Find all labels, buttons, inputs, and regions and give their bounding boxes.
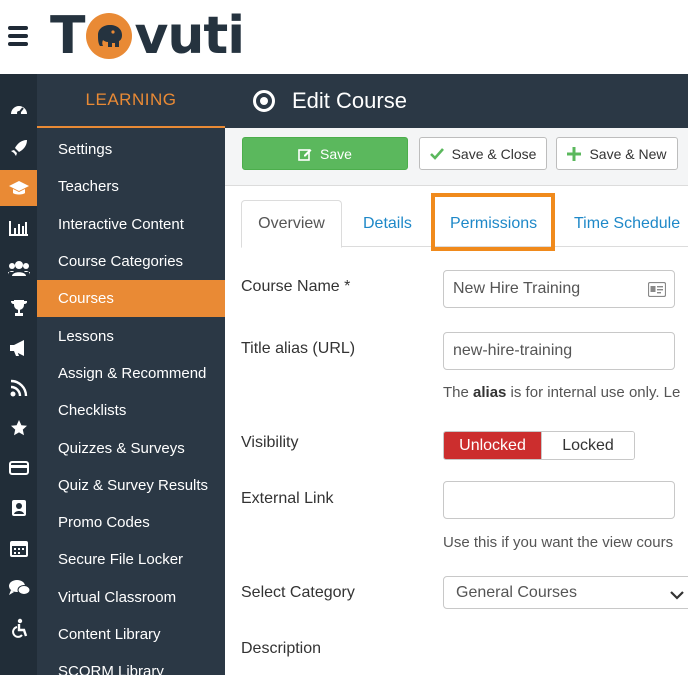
sidebar-item-secure-file-locker[interactable]: Secure File Locker xyxy=(37,541,225,578)
course-name-label: Course Name * xyxy=(241,278,351,295)
alias-help: The alias is for internal use only. Le xyxy=(443,384,680,401)
alias-help-suffix: is for internal use only. Le xyxy=(506,384,681,401)
visibility-label: Visibility xyxy=(241,434,299,451)
users-icon[interactable] xyxy=(0,250,37,286)
chevron-down-icon xyxy=(670,587,684,605)
course-name-input[interactable]: New Hire Training xyxy=(443,270,675,308)
unlocked-button[interactable]: Unlocked xyxy=(444,432,541,459)
sidebar-item-courses[interactable]: Courses xyxy=(37,280,225,318)
trophy-icon[interactable] xyxy=(0,290,37,326)
save-close-label: Save & Close xyxy=(451,145,537,162)
chart-icon[interactable] xyxy=(0,210,37,246)
credit-card-icon[interactable] xyxy=(0,450,37,486)
external-link-help: Use this if you want the view cours xyxy=(443,534,674,551)
locked-button[interactable]: Locked xyxy=(541,432,634,459)
save-close-button[interactable]: Save & Close xyxy=(419,137,547,170)
save-new-button[interactable]: Save & New xyxy=(556,137,678,170)
course-name-value: New Hire Training xyxy=(453,280,581,297)
tab-overview[interactable]: Overview xyxy=(241,200,342,248)
sidebar-item-checklists[interactable]: Checklists xyxy=(37,392,225,429)
sidebar-heading: LEARNING xyxy=(37,74,225,128)
sidebar-item-quizzes-surveys[interactable]: Quizzes & Surveys xyxy=(37,429,225,466)
sidebar-item-scorm-library[interactable]: SCORM Library xyxy=(37,653,225,690)
sidebar-item-promo-codes[interactable]: Promo Codes xyxy=(37,504,225,541)
alias-help-bold: alias xyxy=(473,384,507,401)
id-card-icon xyxy=(647,281,667,302)
graduation-cap-icon[interactable] xyxy=(0,170,37,206)
save-label: Save xyxy=(320,145,352,162)
comments-icon[interactable] xyxy=(0,570,37,606)
feed-icon[interactable] xyxy=(0,370,37,406)
page-title: Edit Course xyxy=(292,88,407,113)
accessibility-icon[interactable] xyxy=(0,610,37,646)
save-button[interactable]: Save xyxy=(242,137,408,170)
save-new-label: Save & New xyxy=(589,145,667,162)
logo[interactable]: T vuti xyxy=(50,6,245,66)
sidebar-item-virtual-classroom[interactable]: Virtual Classroom xyxy=(37,579,225,616)
visibility-toggle: Unlocked Locked xyxy=(443,431,635,460)
alias-label: Title alias (URL) xyxy=(241,340,356,357)
tab-time-schedule[interactable]: Time Schedule xyxy=(574,200,680,247)
sidebar-item-assign-recommend[interactable]: Assign & Recommend xyxy=(37,355,225,392)
external-link-label: External Link xyxy=(241,490,334,507)
external-link-input[interactable] xyxy=(443,481,675,519)
plus-icon xyxy=(567,146,582,161)
logo-letter-t: T xyxy=(50,6,85,66)
description-label: Description xyxy=(241,640,322,657)
dot-circle-icon xyxy=(253,90,275,112)
sidebar-item-interactive-content[interactable]: Interactive Content xyxy=(37,206,225,243)
highlight-box xyxy=(431,193,555,251)
sidebar-item-teachers[interactable]: Teachers xyxy=(37,168,225,205)
rocket-icon[interactable] xyxy=(0,130,37,166)
category-select[interactable]: General Courses xyxy=(443,576,688,609)
dashboard-icon[interactable] xyxy=(0,90,37,126)
logo-letters: vuti xyxy=(134,6,245,66)
check-icon xyxy=(429,147,444,160)
menu-icon[interactable] xyxy=(8,26,28,46)
page-header: Edit Course xyxy=(225,74,688,128)
badge-icon[interactable] xyxy=(0,490,37,526)
icon-bar xyxy=(0,74,37,675)
star-icon[interactable] xyxy=(0,410,37,446)
sidebar-item-course-categories[interactable]: Course Categories xyxy=(37,243,225,280)
category-label: Select Category xyxy=(241,584,355,601)
sidebar-item-content-library[interactable]: Content Library xyxy=(37,616,225,653)
tab-details[interactable]: Details xyxy=(363,200,412,247)
sidebar: LEARNING Settings Teachers Interactive C… xyxy=(37,74,225,680)
category-value: General Courses xyxy=(456,583,577,601)
top-bar: T vuti xyxy=(0,0,688,74)
sidebar-item-quiz-survey-results[interactable]: Quiz & Survey Results xyxy=(37,467,225,504)
alias-help-prefix: The xyxy=(443,384,474,401)
bullhorn-icon[interactable] xyxy=(0,330,37,366)
toolbar: Save Save & Close Save & New xyxy=(225,128,688,186)
alias-value: new-hire-training xyxy=(453,342,573,359)
elephant-icon xyxy=(86,13,133,59)
sidebar-item-lessons[interactable]: Lessons xyxy=(37,317,225,354)
edit-icon xyxy=(298,147,312,161)
calendar-icon[interactable] xyxy=(0,530,37,566)
sidebar-item-settings[interactable]: Settings xyxy=(37,131,225,168)
alias-input[interactable]: new-hire-training xyxy=(443,332,675,370)
